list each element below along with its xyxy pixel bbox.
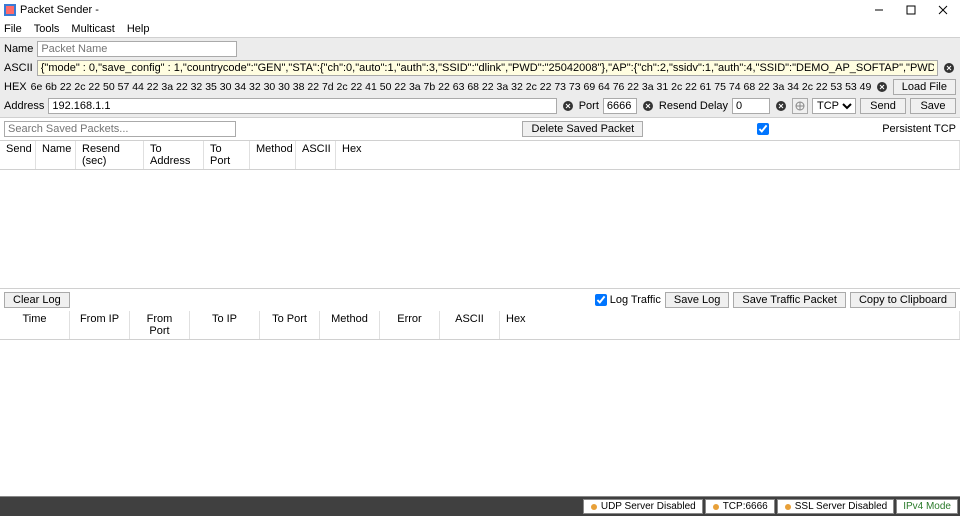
name-input[interactable] <box>37 41 237 57</box>
log-controls: Clear Log Log Traffic Save Log Save Traf… <box>0 288 960 311</box>
status-ssl[interactable]: SSL Server Disabled <box>777 499 894 514</box>
sun-icon <box>784 503 792 511</box>
col-method[interactable]: Method <box>250 141 296 169</box>
menu-file[interactable]: File <box>4 23 22 35</box>
hex-label: HEX <box>4 81 27 93</box>
save-log-button[interactable]: Save Log <box>665 292 729 308</box>
status-tcp[interactable]: TCP:6666 <box>705 499 775 514</box>
load-file-button[interactable]: Load File <box>893 79 956 95</box>
hex-clear-icon[interactable] <box>875 80 889 94</box>
maximize-button[interactable] <box>904 3 918 17</box>
ascii-label: ASCII <box>4 62 33 74</box>
persistent-tcp-checkbox[interactable]: Persistent TCP <box>647 123 956 135</box>
lcol-fromport[interactable]: From Port <box>130 311 190 339</box>
col-toaddr[interactable]: To Address <box>144 141 204 169</box>
search-row: Delete Saved Packet Persistent TCP <box>0 118 960 141</box>
close-button[interactable] <box>936 3 950 17</box>
lcol-fromip[interactable]: From IP <box>70 311 130 339</box>
save-traffic-button[interactable]: Save Traffic Packet <box>733 292 846 308</box>
delete-saved-button[interactable]: Delete Saved Packet <box>522 121 643 137</box>
col-resend[interactable]: Resend (sec) <box>76 141 144 169</box>
port-input[interactable] <box>603 98 637 114</box>
status-udp-label: UDP Server Disabled <box>601 501 696 512</box>
lcol-time[interactable]: Time <box>0 311 70 339</box>
status-udp[interactable]: UDP Server Disabled <box>583 499 703 514</box>
address-input[interactable] <box>48 98 556 114</box>
status-ipv4-label: IPv4 Mode <box>903 501 951 512</box>
col-name[interactable]: Name <box>36 141 76 169</box>
lcol-hex[interactable]: Hex <box>500 311 960 339</box>
statusbar: UDP Server Disabled TCP:6666 SSL Server … <box>0 496 960 516</box>
toolbar: Name ASCII HEX 6e 6b 22 2c 22 50 57 44 2… <box>0 38 960 118</box>
col-hex[interactable]: Hex <box>336 141 960 169</box>
lcol-error[interactable]: Error <box>380 311 440 339</box>
app-icon <box>4 4 16 16</box>
status-ssl-label: SSL Server Disabled <box>795 501 887 512</box>
name-label: Name <box>4 43 33 55</box>
hex-display: 6e 6b 22 2c 22 50 57 44 22 3a 22 32 35 3… <box>31 81 871 93</box>
window-controls <box>872 3 956 17</box>
menu-multicast[interactable]: Multicast <box>71 23 114 35</box>
port-clear-icon[interactable] <box>641 99 655 113</box>
ascii-input[interactable] <box>37 60 938 76</box>
col-send[interactable]: Send <box>0 141 36 169</box>
menubar: File Tools Multicast Help <box>0 20 960 38</box>
status-ipv4[interactable]: IPv4 Mode <box>896 499 958 514</box>
port-label: Port <box>579 100 599 112</box>
address-clear-icon[interactable] <box>561 99 575 113</box>
window-title: Packet Sender - <box>20 4 872 16</box>
send-button[interactable]: Send <box>860 98 906 114</box>
lcol-toip[interactable]: To IP <box>190 311 260 339</box>
network-icon-button[interactable] <box>792 98 808 114</box>
log-traffic-checkbox[interactable]: Log Traffic <box>595 294 661 306</box>
log-table-header: Time From IP From Port To IP To Port Met… <box>0 311 960 340</box>
address-label: Address <box>4 100 44 112</box>
ascii-clear-icon[interactable] <box>942 61 956 75</box>
lcol-ascii[interactable]: ASCII <box>440 311 500 339</box>
minimize-button[interactable] <box>872 3 886 17</box>
menu-help[interactable]: Help <box>127 23 150 35</box>
menu-tools[interactable]: Tools <box>34 23 60 35</box>
log-traffic-check[interactable] <box>595 294 607 306</box>
lcol-method[interactable]: Method <box>320 311 380 339</box>
persistent-tcp-check[interactable] <box>647 123 879 135</box>
lcol-toport[interactable]: To Port <box>260 311 320 339</box>
col-toport[interactable]: To Port <box>204 141 250 169</box>
persistent-tcp-label: Persistent TCP <box>882 123 956 135</box>
col-ascii[interactable]: ASCII <box>296 141 336 169</box>
log-traffic-label: Log Traffic <box>610 294 661 306</box>
clear-log-button[interactable]: Clear Log <box>4 292 70 308</box>
resend-input[interactable] <box>732 98 770 114</box>
titlebar: Packet Sender - <box>0 0 960 20</box>
status-tcp-label: TCP:6666 <box>723 501 768 512</box>
copy-clipboard-button[interactable]: Copy to Clipboard <box>850 292 956 308</box>
packets-table-body <box>0 170 960 288</box>
sun-icon <box>712 503 720 511</box>
log-table-body <box>0 340 960 496</box>
protocol-select[interactable]: TCP <box>812 98 856 114</box>
sun-icon <box>590 503 598 511</box>
packets-table-header: Send Name Resend (sec) To Address To Por… <box>0 141 960 170</box>
save-button[interactable]: Save <box>910 98 956 114</box>
search-input[interactable] <box>4 121 236 137</box>
resend-clear-icon[interactable] <box>774 99 788 113</box>
resend-label: Resend Delay <box>659 100 728 112</box>
